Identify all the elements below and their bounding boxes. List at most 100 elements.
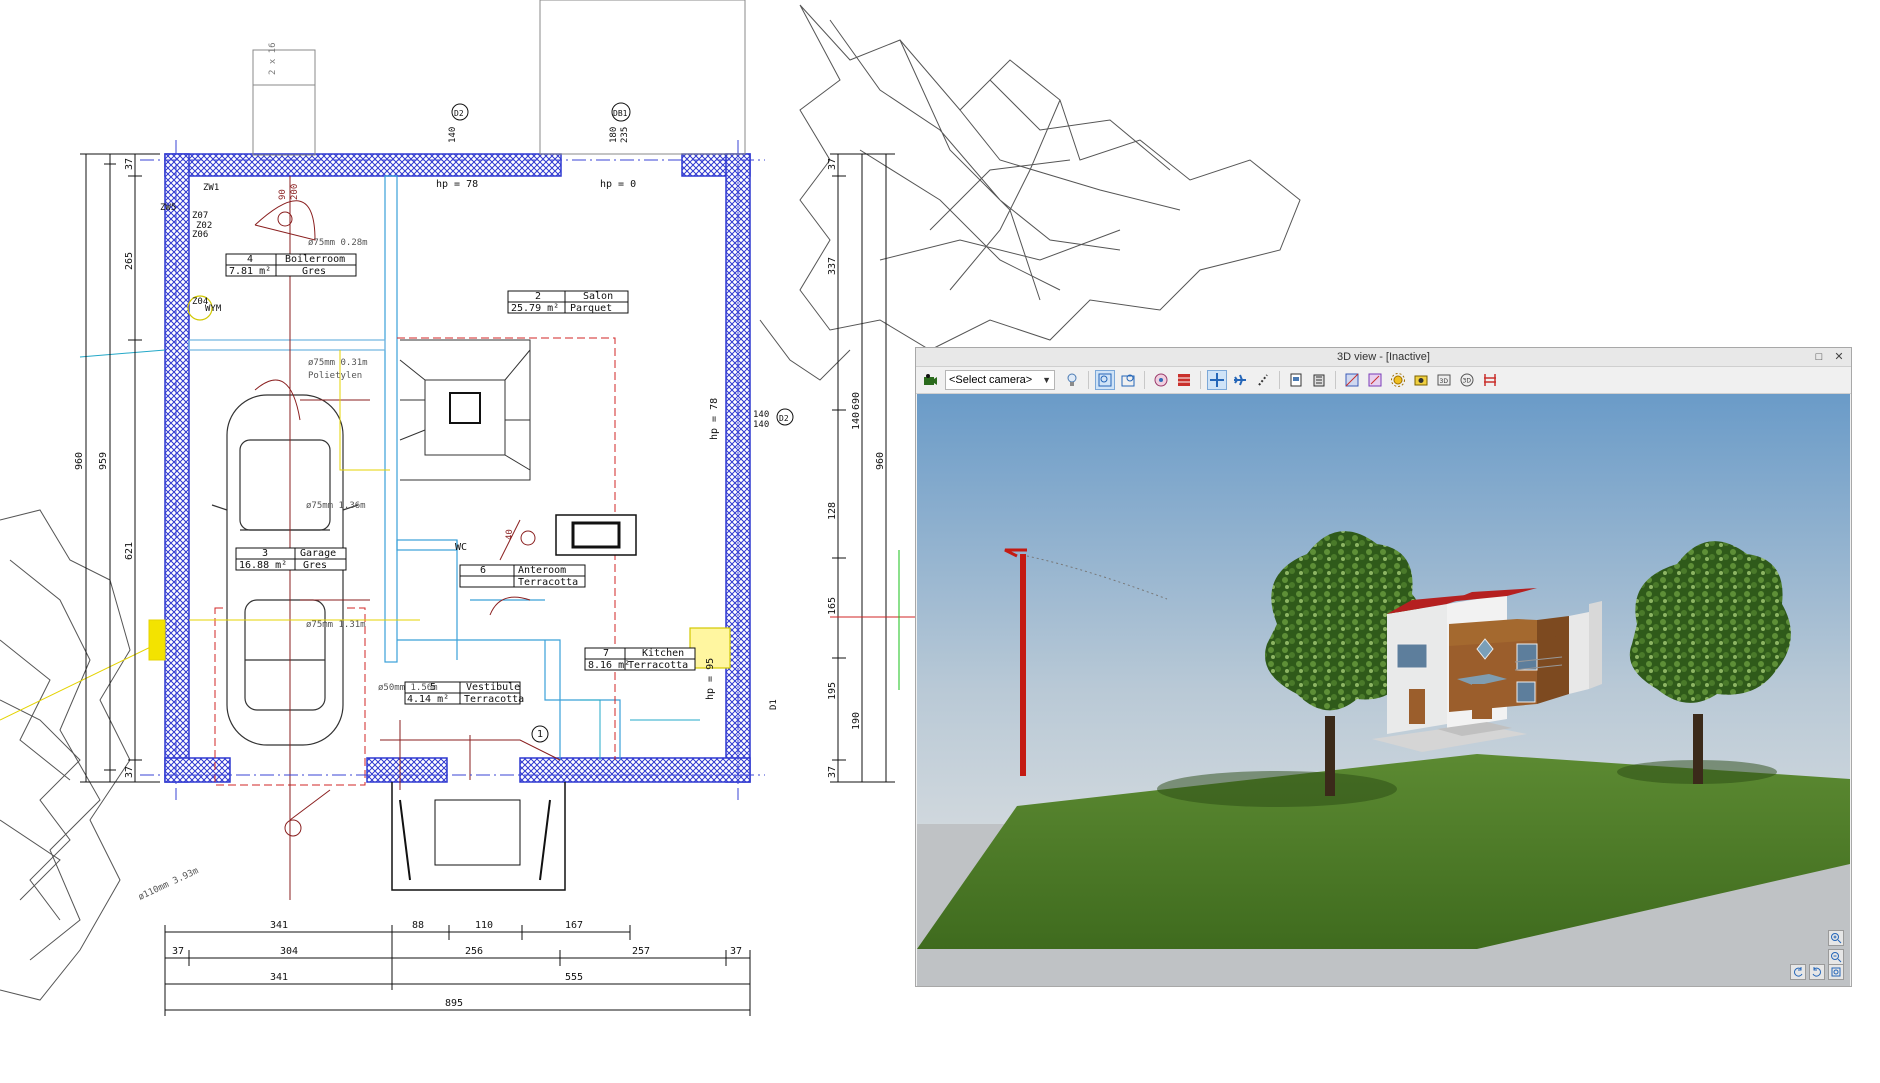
label-hp78: hp = 78	[436, 179, 478, 190]
render-icon[interactable]	[1151, 370, 1171, 390]
3d-rotate-icon[interactable]: 3D	[1457, 370, 1477, 390]
building-icon[interactable]	[1309, 370, 1329, 390]
dim-left-inner-0: 37	[124, 158, 135, 170]
staircase	[399, 339, 531, 481]
zoom-out-icon[interactable]	[1828, 949, 1844, 965]
toolbar-separator	[1200, 371, 1201, 389]
dim-bottom-r1-2: 110	[475, 920, 493, 931]
room-name-vestibule: Vestibule	[466, 682, 520, 693]
zoom-controls	[1828, 930, 1844, 965]
3d-view-window[interactable]: 3D view - [Inactive] □ ✕ <Select camera>…	[915, 347, 1852, 987]
rotate-right-icon[interactable]	[1809, 964, 1825, 980]
camera-select[interactable]: <Select camera> ▼	[945, 370, 1055, 390]
label-40: 40	[505, 529, 515, 540]
label-valve-1: 1	[537, 729, 543, 740]
dim-right-inner-2: 128	[827, 502, 838, 520]
dim-bottom-r2-4: 37	[730, 946, 742, 957]
room-area-salon: 25.79 m²	[511, 303, 559, 314]
label-z04: Z04	[192, 297, 208, 307]
label-pipe2: ø75mm 0.31m	[308, 358, 368, 368]
floor-plan-icon[interactable]	[1286, 370, 1306, 390]
dim-bottom-r3-1: 555	[565, 972, 583, 983]
window-title: 3D view - [Inactive]	[1337, 351, 1430, 363]
label-pipe3: ø75mm 1.36m	[306, 501, 366, 511]
dimension-lines-right	[830, 153, 915, 783]
svg-text:3D: 3D	[1440, 378, 1449, 385]
toolbar-separator	[1279, 371, 1280, 389]
room-floor-garage: Gres	[303, 560, 327, 571]
rotate-left-icon[interactable]	[1790, 964, 1806, 980]
zoom-all-icon[interactable]	[1118, 370, 1138, 390]
window-titlebar[interactable]: 3D view - [Inactive] □ ✕	[916, 348, 1851, 367]
room-num-boilerroom: 4	[247, 254, 253, 265]
label-140-a: 140	[753, 410, 769, 420]
marker-db1: DB1	[613, 109, 628, 118]
material-icon[interactable]	[1365, 370, 1385, 390]
label-poly: Polietylen	[308, 371, 362, 381]
toolbar-separator	[1088, 371, 1089, 389]
walk-icon[interactable]	[1253, 370, 1273, 390]
dim-right-mid-0: 690	[851, 392, 862, 410]
orbit-icon[interactable]	[1207, 370, 1227, 390]
label-zw1: ZW1	[203, 183, 219, 193]
zoom-window-icon[interactable]	[1095, 370, 1115, 390]
dimension-lines-left	[80, 153, 160, 783]
dim-bottom-r1-0: 341	[270, 920, 288, 931]
dim-bottom-r2-1: 304	[280, 946, 298, 957]
room-name-anteroom: Anteroom	[518, 565, 566, 576]
dim-bottom-r1-1: 88	[412, 920, 424, 931]
label-235: 235	[620, 127, 630, 143]
dim-bottom-r2-0: 37	[172, 946, 184, 957]
3d-viewport[interactable]	[917, 394, 1850, 986]
room-num-garage: 3	[262, 548, 268, 559]
dimension-text-right: 960 690 190 37 337 128 165 140 195 37	[827, 158, 886, 778]
marker-d1: D1	[769, 699, 779, 710]
restore-button[interactable]: □	[1813, 348, 1825, 366]
dim-bottom-r1-3: 167	[565, 920, 583, 931]
zoom-in-icon[interactable]	[1828, 930, 1844, 946]
cut-plane-icon[interactable]	[1480, 370, 1500, 390]
dim-bottom-r2-2: 256	[465, 946, 483, 957]
label-pipe1: ø75mm 0.28m	[308, 238, 368, 248]
dim-right-inner-1: 337	[827, 257, 838, 275]
label-2x16: 2 x 16	[268, 42, 278, 75]
camera-icon[interactable]	[1411, 370, 1431, 390]
fly-icon[interactable]	[1230, 370, 1250, 390]
dim-left-inner-3: 37	[124, 766, 135, 778]
room-name-salon: Salon	[583, 291, 613, 302]
label-hp0: hp = 0	[600, 179, 636, 190]
3d-view-icon[interactable]: 3D	[1434, 370, 1454, 390]
marker-d2: D2	[454, 109, 464, 118]
label-hp78v: hp = 78	[709, 398, 720, 440]
chimney	[555, 514, 637, 556]
room-area-vestibule: 4.14 m²	[407, 694, 449, 705]
label-hp95: hp = 95	[705, 658, 716, 700]
dim-right-mid-2: 140	[851, 412, 862, 430]
dim-right-mid-1: 190	[851, 712, 862, 730]
dimension-text-left: 960 959 37 265 621 37	[74, 158, 135, 778]
svg-text:3D: 3D	[1463, 378, 1472, 385]
marker-d2-right: D2	[779, 414, 789, 423]
room-num-anteroom: 6	[480, 565, 486, 576]
label-pipe5: ø50mm 1.56m	[378, 683, 438, 693]
label-90: 90	[278, 189, 288, 200]
light-bulb-icon[interactable]	[1062, 370, 1082, 390]
entrance-stairs	[391, 782, 566, 891]
dim-bottom-r3-0: 341	[270, 972, 288, 983]
texture-icon[interactable]	[1342, 370, 1362, 390]
label-wc: WC	[455, 542, 467, 553]
label-z06: Z06	[192, 230, 208, 240]
label-pipe6: ø110mm 3.93m	[137, 866, 200, 903]
wall-display-icon[interactable]	[1174, 370, 1194, 390]
camera-select-value: <Select camera>	[949, 374, 1033, 386]
close-button[interactable]: ✕	[1833, 348, 1845, 366]
camera-tool-icon[interactable]	[920, 370, 940, 390]
north-annex	[252, 0, 746, 156]
toolbar-separator	[1144, 371, 1145, 389]
room-floor-kitchen: Terracotta	[628, 660, 688, 671]
room-area-boilerroom: 7.81 m²	[229, 266, 271, 277]
yellow-lines	[0, 350, 420, 721]
fit-view-icon[interactable]	[1828, 964, 1844, 980]
label-180: 180	[609, 127, 619, 143]
sun-icon[interactable]	[1388, 370, 1408, 390]
